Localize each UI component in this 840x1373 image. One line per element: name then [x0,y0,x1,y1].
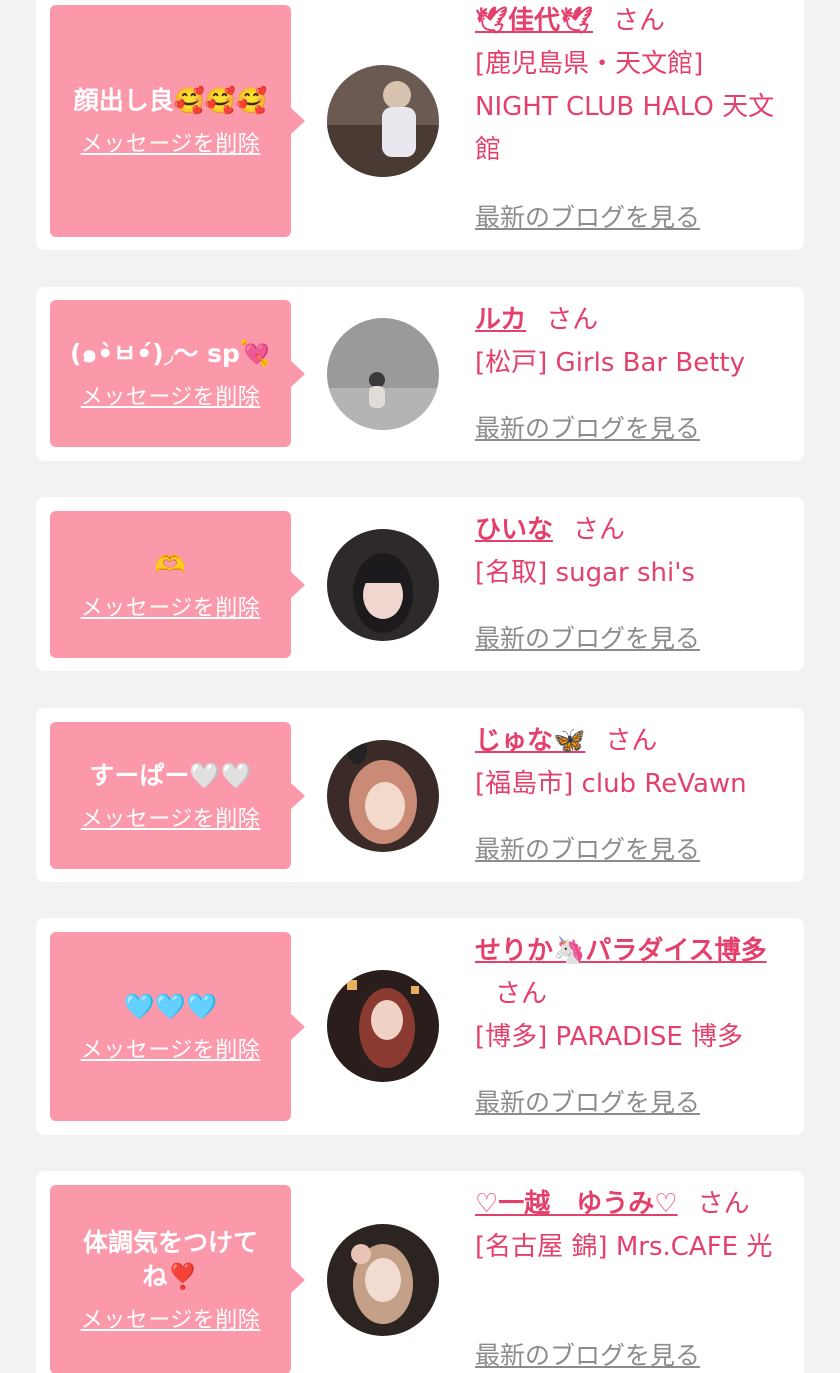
cast-name-link[interactable]: ♡一越 ゆうみ♡ [475,1189,678,1219]
shop-name: [名取] sugar shi's [475,558,695,588]
latest-blog-link[interactable]: 最新のブログを見る [475,198,700,234]
latest-blog-link[interactable]: 最新のブログを見る [475,409,700,445]
shop-name: [博多] PARADISE 博多 [475,1022,744,1052]
cast-info: ♡一越 ゆうみ♡ さん [名古屋 錦] Mrs.CAFE 光 [475,1183,793,1269]
honorific: さん [697,1189,750,1219]
honorific: さん [613,6,666,36]
avatar[interactable] [327,65,439,177]
cast-name-link[interactable]: ひいな [475,515,553,545]
honorific: さん [573,515,626,545]
message-text: 🫶 [154,549,187,579]
avatar[interactable] [327,1224,439,1336]
message-bubble: 顔出し良🥰🥰🥰 メッセージを削除 [50,5,305,237]
message-text: 体調気をつけてね❣️ [82,1227,258,1291]
message-card: 🩵🩵🩵 メッセージを削除 せりか🦄パラダイス博多さん [博多] PARADISE… [36,918,804,1135]
message-text: (๑•̀ㅂ•́)◞〜 sp💘 [70,338,271,368]
message-card: すーぱー🤍🤍 メッセージを削除 じゅな🦋 さん [福島市] club ReVawn… [36,708,804,882]
message-bubble: (๑•̀ㅂ•́)◞〜 sp💘 メッセージを削除 [50,300,305,447]
latest-blog-link[interactable]: 最新のブログを見る [475,1083,700,1119]
shop-name: [松戸] Girls Bar Betty [475,348,745,378]
message-bubble: 🫶 メッセージを削除 [50,511,305,658]
message-text: すーぱー🤍🤍 [89,760,252,790]
message-card: 顔出し良🥰🥰🥰 メッセージを削除 🕊佳代🕊 さん [鹿児島県・天文館] NIGHT… [36,0,804,250]
latest-blog-link[interactable]: 最新のブログを見る [475,619,700,655]
cast-info: じゅな🦋 さん [福島市] club ReVawn [475,720,793,806]
delete-message-link[interactable]: メッセージを削除 [81,379,261,411]
honorific: さん [546,305,599,335]
cast-name-link[interactable]: じゅな🦋 [475,726,585,756]
delete-message-link[interactable]: メッセージを削除 [81,1302,261,1334]
cast-info: ルカ さん [松戸] Girls Bar Betty [475,299,793,385]
cast-name-link[interactable]: 🕊佳代🕊 [475,6,593,36]
delete-message-link[interactable]: メッセージを削除 [81,590,261,622]
message-text: 顔出し良🥰🥰🥰 [73,86,268,115]
cast-info: せりか🦄パラダイス博多さん [博多] PARADISE 博多 [475,930,793,1059]
shop-name: [鹿児島県・天文館] NIGHT CLUB HALO 天文館 [475,49,775,165]
message-bubble: すーぱー🤍🤍 メッセージを削除 [50,722,305,869]
honorific: さん [605,726,658,756]
message-bubble: 体調気をつけてね❣️ メッセージを削除 [50,1185,305,1373]
delete-message-link[interactable]: メッセージを削除 [81,126,261,158]
shop-name: [福島市] club ReVawn [475,769,747,799]
latest-blog-link[interactable]: 最新のブログを見る [475,830,700,866]
cast-name-link[interactable]: ルカ [475,305,526,335]
cast-info: ひいな さん [名取] sugar shi's [475,509,793,595]
shop-name: [名古屋 錦] Mrs.CAFE 光 [475,1232,773,1262]
avatar[interactable] [327,970,439,1082]
message-card: 🫶 メッセージを削除 ひいな さん [名取] sugar shi's 最新のブログ… [36,497,804,671]
honorific: さん [495,979,548,1009]
delete-message-link[interactable]: メッセージを削除 [81,801,261,833]
cast-name-link[interactable]: せりか🦄パラダイス博多 [475,936,767,966]
avatar[interactable] [327,318,439,430]
cast-info: 🕊佳代🕊 さん [鹿児島県・天文館] NIGHT CLUB HALO 天文館 [475,0,793,172]
latest-blog-link[interactable]: 最新のブログを見る [475,1336,700,1372]
message-text: 🩵🩵🩵 [123,991,218,1021]
avatar[interactable] [327,740,439,852]
avatar[interactable] [327,529,439,641]
message-card: 体調気をつけてね❣️ メッセージを削除 ♡一越 ゆうみ♡ さん [名古屋 錦] M… [36,1171,804,1373]
delete-message-link[interactable]: メッセージを削除 [81,1032,261,1064]
message-bubble: 🩵🩵🩵 メッセージを削除 [50,932,305,1121]
message-card: (๑•̀ㅂ•́)◞〜 sp💘 メッセージを削除 ルカ さん [松戸] Girls … [36,287,804,461]
